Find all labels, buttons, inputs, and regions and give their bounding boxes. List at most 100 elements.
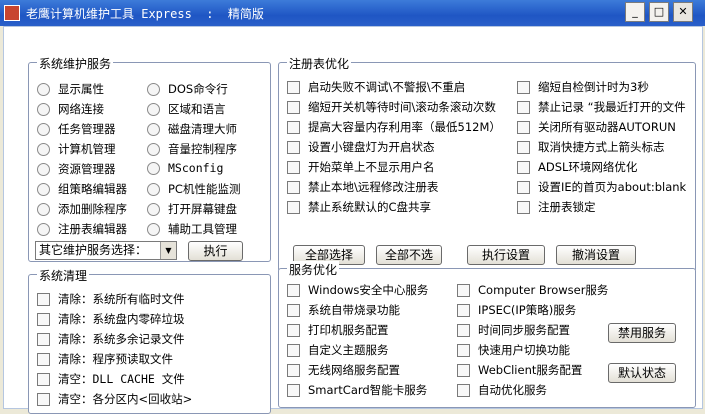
default-state-button[interactable]: 默认状态 [608,363,676,383]
cleanup-recycle-bin-checkbox[interactable]: 清空：各分区内<回收站> [37,391,192,407]
radio-msconfig[interactable]: MSconfig [147,161,223,175]
other-services-select[interactable]: 其它维护服务选择： ▼ [35,241,177,260]
registry-left-checkbox-4[interactable]: 设置小键盘灯为开启状态 [287,139,435,155]
checkbox-icon [457,323,470,337]
radio-task-manager[interactable]: 任务管理器 [37,121,116,137]
registry-right-checkbox-1[interactable]: 缩短自检倒计时为3秒 [517,79,649,95]
checkbox-icon [517,120,530,134]
registry-left-checkbox-6[interactable]: 禁止本地\远程修改注册表 [287,179,438,195]
other-services-select-value: 其它维护服务选择： [39,243,148,257]
radio-add-remove-programs[interactable]: 添加删除程序 [37,201,127,217]
system-cleanup-title: 系统清理 [37,267,90,284]
minimize-button[interactable]: _ [625,2,645,22]
service-left-checkbox-2[interactable]: 系统自带烧录功能 [287,302,400,318]
registry-right-checkbox-3[interactable]: 关闭所有驱动器AUTORUN [517,119,676,135]
cleanup-temp-files-checkbox[interactable]: 清除：系统所有临时文件 [37,291,185,307]
service-left-checkbox-5[interactable]: 无线网络服务配置 [287,362,400,378]
radio-display-properties[interactable]: 显示属性 [37,81,104,97]
radio-icon [147,82,160,96]
radio-icon [147,142,160,156]
checkbox-icon [287,100,300,114]
service-left-checkbox-4[interactable]: 自定义主题服务 [287,342,389,358]
checkbox-icon [517,180,530,194]
radio-icon [147,161,160,175]
disable-services-button[interactable]: 禁用服务 [608,323,676,343]
title-bar: 老鹰计算机维护工具 Express : 精简版 _ □ ✕ [0,0,705,26]
apply-settings-button[interactable]: 执行设置 [467,245,545,265]
radio-dos-command[interactable]: DOS命令行 [147,81,228,97]
radio-icon [37,82,50,96]
checkbox-icon [457,363,470,377]
cleanup-prefetch-checkbox[interactable]: 清除：程序预读取文件 [37,351,173,367]
system-services-group: 系统维护服务 显示属性 DOS命令行 网络连接 区域和语言 任务管理器 磁盘清理… [28,55,271,262]
checkbox-icon [37,352,50,366]
checkbox-icon [457,343,470,357]
radio-volume-control[interactable]: 音量控制程序 [147,141,237,157]
undo-settings-button[interactable]: 撤消设置 [556,245,636,265]
cleanup-junk-checkbox[interactable]: 清除：系统盘内零碎垃圾 [37,311,185,327]
radio-explorer[interactable]: 资源管理器 [37,161,116,177]
radio-registry-editor[interactable]: 注册表编辑器 [37,221,127,237]
window-title: 老鹰计算机维护工具 Express : 精简版 [26,7,264,21]
registry-left-checkbox-5[interactable]: 开始菜单上不显示用户名 [287,159,435,175]
radio-icon [147,202,160,216]
checkbox-icon [287,283,300,297]
radio-computer-management[interactable]: 计算机管理 [37,141,116,157]
checkbox-icon [517,160,530,174]
checkbox-icon [457,283,470,297]
registry-right-checkbox-4[interactable]: 取消快捷方式上箭头标志 [517,139,665,155]
checkbox-icon [517,200,530,214]
service-right-checkbox-3[interactable]: 时间同步服务配置 [457,322,570,338]
system-services-title: 系统维护服务 [37,55,114,72]
checkbox-icon [287,343,300,357]
radio-disk-cleanup[interactable]: 磁盘清理大师 [147,121,237,137]
cleanup-records-checkbox[interactable]: 清除：系统多余记录文件 [37,331,185,347]
checkbox-icon [287,80,300,94]
radio-icon [37,182,50,196]
radio-on-screen-keyboard[interactable]: 打开屏幕键盘 [147,201,237,217]
radio-performance-monitor[interactable]: PC机性能监测 [147,181,240,197]
deselect-all-button[interactable]: 全部不选 [376,245,442,265]
execute-button[interactable]: 执行 [188,241,243,261]
checkbox-icon [287,323,300,337]
cleanup-dll-cache-checkbox[interactable]: 清空：DLL CACHE 文件 [37,371,185,387]
registry-right-checkbox-7[interactable]: 注册表锁定 [517,199,596,215]
registry-right-checkbox-6[interactable]: 设置IE的首页为about:blank [517,179,686,195]
app-icon [4,5,20,21]
service-optimization-title: 服务优化 [287,261,340,278]
registry-right-checkbox-5[interactable]: ADSL环境网络优化 [517,159,637,175]
radio-icon [147,102,160,116]
service-left-checkbox-1[interactable]: Windows安全中心服务 [287,282,428,298]
service-right-checkbox-5[interactable]: WebClient服务配置 [457,362,582,378]
radio-icon [147,182,160,196]
radio-accessibility-tools[interactable]: 辅助工具管理 [147,221,237,237]
checkbox-icon [457,303,470,317]
checkbox-icon [287,180,300,194]
radio-network-connections[interactable]: 网络连接 [37,101,104,117]
service-right-checkbox-6[interactable]: 自动优化服务 [457,382,547,398]
service-right-checkbox-4[interactable]: 快速用户切换功能 [457,342,570,358]
checkbox-icon [517,100,530,114]
service-left-checkbox-3[interactable]: 打印机服务配置 [287,322,389,338]
checkbox-icon [287,363,300,377]
main-panel: 系统维护服务 显示属性 DOS命令行 网络连接 区域和语言 任务管理器 磁盘清理… [3,26,703,414]
registry-right-checkbox-2[interactable]: 禁止记录 “我最近打开的文件 [517,99,686,115]
registry-left-checkbox-7[interactable]: 禁止系统默认的C盘共享 [287,199,431,215]
service-left-checkbox-6[interactable]: SmartCard智能卡服务 [287,382,427,398]
close-button[interactable]: ✕ [673,2,693,22]
radio-icon [37,122,50,136]
checkbox-icon [517,80,530,94]
checkbox-icon [457,383,470,397]
checkbox-icon [37,372,50,386]
radio-icon [37,222,50,236]
registry-left-checkbox-2[interactable]: 缩短开关机等待时间\滚动条滚动次数 [287,99,496,115]
chevron-down-icon[interactable]: ▼ [160,242,176,259]
registry-left-checkbox-3[interactable]: 提高大容量内存利用率（最低512M） [287,119,501,135]
service-right-checkbox-1[interactable]: Computer Browser服务 [457,282,608,298]
radio-group-policy[interactable]: 组策略编辑器 [37,181,127,197]
maximize-button[interactable]: □ [649,2,669,22]
system-cleanup-group: 系统清理 清除：系统所有临时文件 清除：系统盘内零碎垃圾 清除：系统多余记录文件… [28,267,271,414]
service-right-checkbox-2[interactable]: IPSEC(IP策略)服务 [457,302,576,318]
radio-region-language[interactable]: 区域和语言 [147,101,226,117]
registry-left-checkbox-1[interactable]: 启动失败不调试\不警报\不重启 [287,79,465,95]
